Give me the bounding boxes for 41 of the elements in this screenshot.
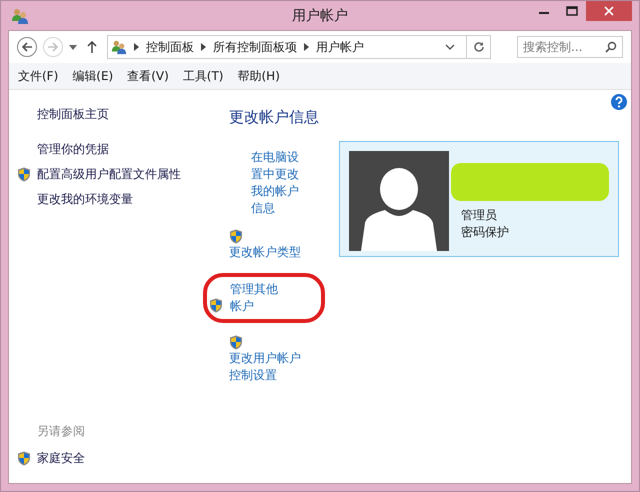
menu-item[interactable]: 查看(V)	[127, 68, 169, 84]
page-heading: 更改帐户信息	[229, 108, 320, 127]
close-icon	[604, 6, 614, 16]
menu-item[interactable]: 文件(F)	[18, 68, 58, 84]
close-button[interactable]	[586, 1, 632, 21]
task-link[interactable]: 在电脑设置中更改我的帐户信息	[251, 149, 303, 217]
users-icon	[11, 6, 29, 24]
chevron-down-icon[interactable]	[445, 44, 455, 50]
back-button[interactable]	[17, 37, 37, 57]
help-icon[interactable]	[611, 94, 627, 110]
maximize-icon	[566, 6, 578, 16]
sidebar-link[interactable]: 家庭安全	[37, 450, 85, 467]
chevron-right-icon	[304, 43, 309, 51]
breadcrumb[interactable]: 用户帐户	[316, 38, 364, 56]
section-heading: 另请参阅	[36, 423, 86, 440]
window-title: 用户帐户	[291, 6, 349, 24]
refresh-icon	[472, 41, 484, 53]
account-detail: 密码保护	[460, 224, 510, 241]
task-link[interactable]: 管理其他帐户	[230, 281, 282, 315]
menu-item[interactable]: 帮助(H)	[238, 68, 280, 84]
forward-arrow-icon	[47, 41, 59, 53]
chevron-right-icon	[201, 43, 206, 51]
sidebar-link[interactable]: 管理你的凭据	[37, 141, 109, 158]
breadcrumb[interactable]: 所有控制面板项	[213, 38, 297, 56]
users-icon	[111, 39, 127, 55]
breadcrumb[interactable]: 控制面板	[146, 38, 194, 56]
sidebar-link[interactable]: 配置高级用户配置文件属性	[37, 166, 181, 183]
task-link[interactable]: 更改帐户类型	[229, 244, 309, 261]
sidebar-link[interactable]: 更改我的环境变量	[37, 191, 133, 208]
chevron-right-icon	[134, 43, 139, 51]
sidebar-link[interactable]: 控制面板主页	[37, 106, 109, 123]
dropdown-caret-icon[interactable]	[69, 44, 77, 50]
back-arrow-icon	[21, 41, 33, 53]
up-arrow-icon[interactable]	[87, 41, 97, 53]
search-field[interactable]: 搜索控制...	[517, 36, 623, 58]
task-link[interactable]: 更改用户帐户控制设置	[229, 350, 309, 384]
menu-item[interactable]: 编辑(E)	[72, 68, 114, 84]
search-icon	[605, 41, 617, 53]
address-bar[interactable]: 控制面板 所有控制面板项 用户帐户	[107, 35, 491, 59]
menu-item[interactable]: 工具(T)	[182, 68, 224, 84]
account-detail: 管理员	[460, 207, 498, 224]
